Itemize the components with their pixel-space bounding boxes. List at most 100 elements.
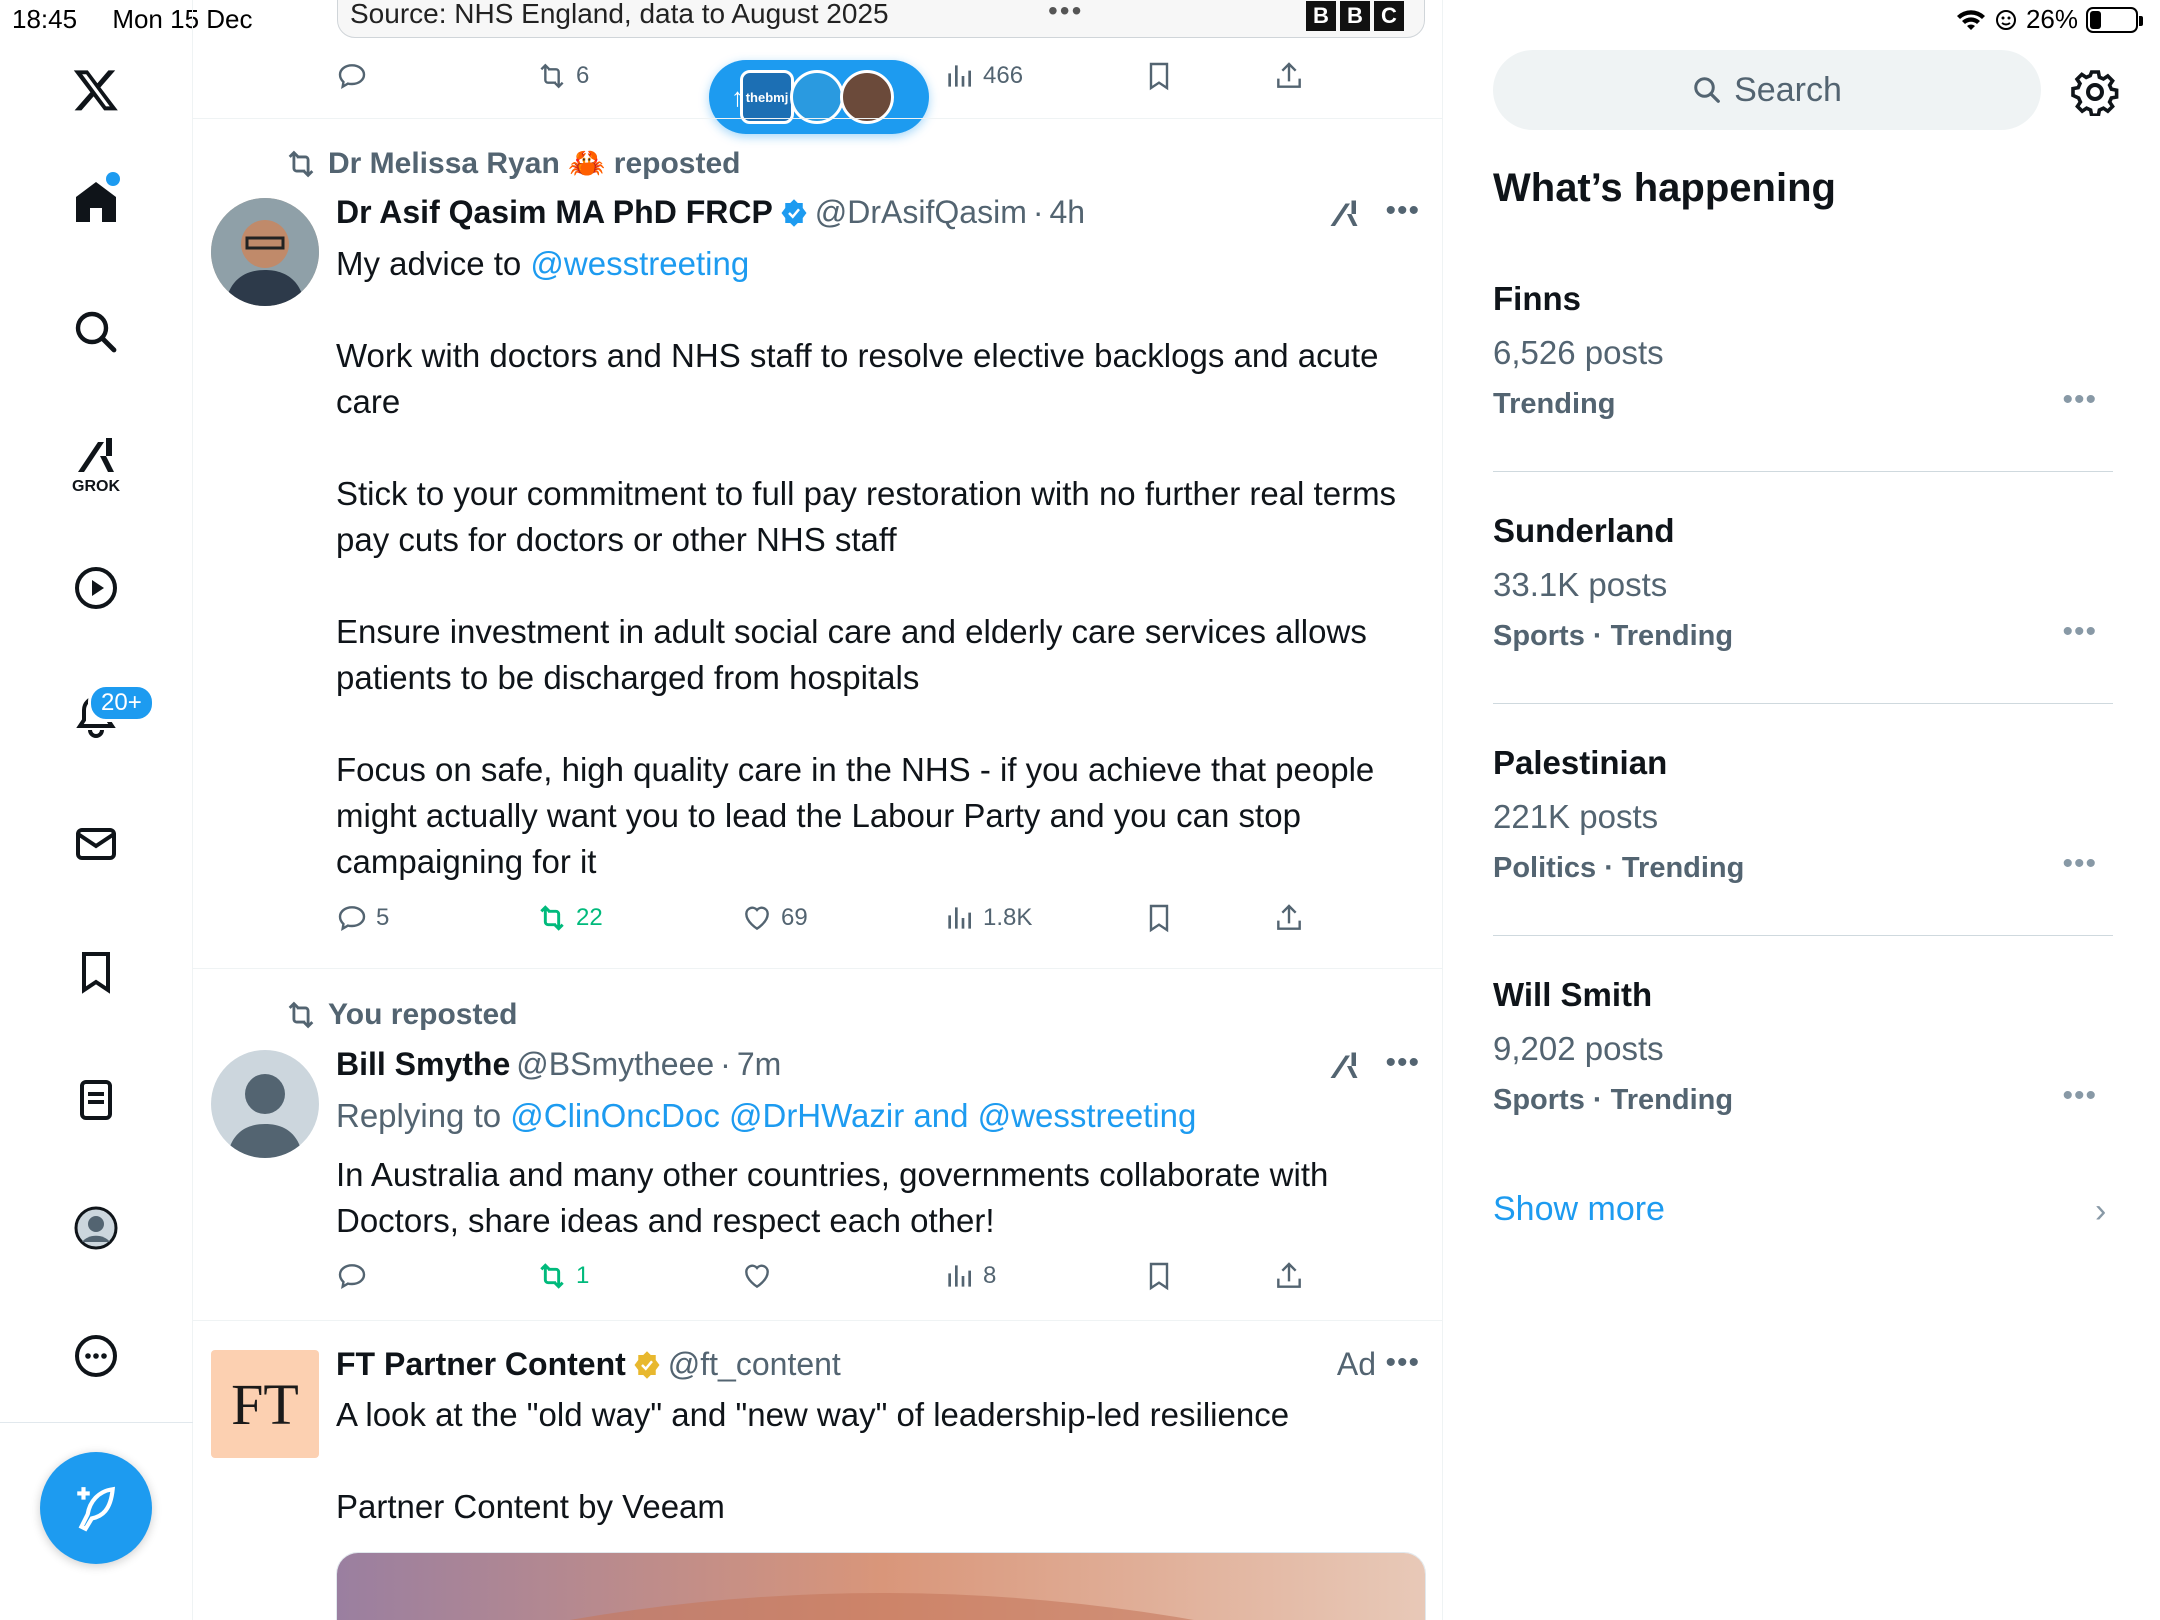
grok-explain-icon[interactable] bbox=[1326, 196, 1362, 232]
compose-feather-icon bbox=[77, 1486, 116, 1532]
like-button[interactable] bbox=[741, 1260, 773, 1292]
tweet-header: Bill Smythe @BSmytheee · 7m bbox=[336, 1046, 781, 1083]
bookmark-button[interactable] bbox=[1143, 60, 1175, 92]
retweet-button[interactable]: 6 bbox=[536, 60, 589, 92]
home-icon[interactable] bbox=[60, 166, 132, 238]
pill-avatar-thebmj: thebmj bbox=[740, 70, 794, 124]
views-button[interactable]: 1.8K bbox=[943, 902, 1032, 934]
share-button[interactable] bbox=[1273, 902, 1305, 934]
divider bbox=[193, 1320, 1443, 1321]
trend-more-button[interactable]: ••• bbox=[2062, 847, 2097, 881]
author-name[interactable]: Bill Smythe bbox=[336, 1046, 510, 1083]
repost-indicator: You reposted bbox=[288, 998, 517, 1032]
author-handle[interactable]: @ft_content bbox=[668, 1346, 841, 1383]
lists-icon[interactable] bbox=[60, 1064, 132, 1136]
views-button[interactable]: 8 bbox=[943, 1260, 996, 1292]
reply-button[interactable] bbox=[336, 1260, 368, 1292]
grok-explain-icon[interactable] bbox=[1326, 1048, 1362, 1084]
intro-text: My advice to bbox=[336, 245, 531, 282]
trend-item[interactable]: Will Smith 9,202 posts Sports · Trending… bbox=[1493, 976, 2113, 1117]
grok-label: GROK bbox=[72, 478, 120, 495]
tweet-paragraph: Focus on safe, high quality care in the … bbox=[336, 751, 1375, 880]
tweet-more-button[interactable]: ••• bbox=[1385, 1346, 1420, 1380]
search-icon[interactable] bbox=[60, 296, 132, 368]
trend-more-button[interactable]: ••• bbox=[2062, 615, 2097, 649]
pill-avatar-2 bbox=[790, 70, 844, 124]
tweet-text: My advice to @wesstreeting Work with doc… bbox=[336, 241, 1436, 885]
share-button[interactable] bbox=[1273, 1260, 1305, 1292]
avatar[interactable] bbox=[211, 198, 319, 306]
author-name[interactable]: Dr Asif Qasim MA PhD FRCP bbox=[336, 194, 773, 231]
views-count: 466 bbox=[983, 62, 1024, 89]
bookmark-button[interactable] bbox=[1143, 902, 1175, 934]
tweet-text: In Australia and many other countries, g… bbox=[336, 1156, 1329, 1239]
retweet-button[interactable]: 1 bbox=[536, 1260, 589, 1292]
bookmark-icon bbox=[1149, 904, 1169, 933]
divider bbox=[1493, 935, 2113, 936]
tweet-more-button[interactable]: ••• bbox=[1385, 194, 1420, 228]
views-count: 1.8K bbox=[983, 904, 1033, 931]
gold-verified-badge-icon bbox=[634, 1350, 660, 1379]
repost-by-text: Dr Melissa Ryan 🦀 reposted bbox=[328, 147, 741, 180]
reply-button[interactable]: 5 bbox=[336, 902, 389, 934]
messages-icon[interactable] bbox=[60, 808, 132, 880]
author-name[interactable]: FT Partner Content bbox=[336, 1346, 626, 1383]
more-options-icon[interactable] bbox=[60, 1320, 132, 1392]
author-handle[interactable]: @BSmytheee bbox=[516, 1046, 714, 1083]
tweet-paragraph: Ensure investment in adult social care a… bbox=[336, 613, 1367, 696]
trend-more-button[interactable]: ••• bbox=[2062, 1079, 2097, 1113]
search-input[interactable]: Search bbox=[1493, 50, 2041, 130]
tweet-paragraph: Stick to your commitment to full pay res… bbox=[336, 475, 1397, 558]
trend-item[interactable]: Finns 6,526 posts Trending ••• bbox=[1493, 280, 2113, 421]
x-logo-icon[interactable] bbox=[60, 54, 132, 126]
bookmark-button[interactable] bbox=[1143, 1260, 1175, 1292]
replying-prefix: Replying to bbox=[336, 1097, 511, 1134]
video-icon[interactable] bbox=[60, 552, 132, 624]
views-chart-icon bbox=[948, 907, 971, 929]
replying-mentions[interactable]: @ClinOncDoc @DrHWazir and @wesstreeting bbox=[510, 1097, 1196, 1134]
trend-item[interactable]: Palestinian 221K posts Politics · Trendi… bbox=[1493, 744, 2113, 885]
mention-link[interactable]: @wesstreeting bbox=[530, 245, 749, 282]
separator-dot: · bbox=[720, 1046, 731, 1082]
tweet-time[interactable]: 4h bbox=[1050, 194, 1086, 231]
bookmarks-icon[interactable] bbox=[60, 936, 132, 1008]
share-icon bbox=[1277, 62, 1301, 88]
bbc-logo: B B C bbox=[1306, 1, 1404, 31]
trend-post-count: 9,202 posts bbox=[1493, 1030, 1664, 1067]
avatar-default[interactable] bbox=[211, 1050, 319, 1158]
retweet-count: 1 bbox=[576, 1262, 590, 1289]
divider bbox=[193, 968, 1443, 969]
show-more-link[interactable]: Show more bbox=[1493, 1190, 1665, 1229]
tweet-time[interactable]: 7m bbox=[737, 1046, 781, 1083]
bbc-letter: C bbox=[1374, 1, 1404, 31]
share-button[interactable] bbox=[1273, 60, 1305, 92]
reply-icon bbox=[338, 906, 366, 931]
like-button[interactable]: 69 bbox=[741, 902, 808, 934]
retweet-button[interactable]: 22 bbox=[536, 902, 603, 934]
gear-icon[interactable] bbox=[2071, 68, 2119, 116]
trend-item[interactable]: Sunderland 33.1K posts Sports · Trending… bbox=[1493, 512, 2113, 653]
right-sidebar: Search What’s happening Finns 6,526 post… bbox=[1443, 0, 2160, 1620]
left-navigation: GROK 20+ bbox=[0, 0, 193, 1620]
bookmark-icon bbox=[1149, 1262, 1169, 1291]
ad-headline: A look at the "old way" and "new way" of… bbox=[336, 1396, 1290, 1433]
nav-divider bbox=[0, 1422, 193, 1423]
reply-count: 5 bbox=[376, 904, 390, 931]
trend-more-button[interactable]: ••• bbox=[2062, 383, 2097, 417]
ft-logo[interactable]: FT bbox=[211, 1350, 319, 1458]
heart-icon bbox=[745, 1264, 769, 1289]
author-handle[interactable]: @DrAsifQasim bbox=[815, 194, 1027, 231]
chevron-right-icon: › bbox=[2095, 1192, 2107, 1230]
new-posts-pill[interactable]: ↑ thebmj bbox=[709, 60, 929, 134]
trend-topic: Finns bbox=[1493, 280, 1581, 317]
media-more-dots: ••• bbox=[1048, 0, 1084, 26]
compose-post-button[interactable] bbox=[40, 1452, 152, 1564]
views-button[interactable]: 466 bbox=[943, 60, 1023, 92]
whats-happening-heading: What’s happening bbox=[1493, 166, 1836, 210]
ad-media-image[interactable] bbox=[336, 1552, 1426, 1620]
profile-avatar-icon[interactable] bbox=[60, 1192, 132, 1264]
reply-button[interactable] bbox=[336, 60, 368, 92]
source-caption: Source: NHS England, data to August 2025 bbox=[350, 0, 889, 29]
tweet-more-button[interactable]: ••• bbox=[1385, 1046, 1420, 1080]
trend-topic: Sunderland bbox=[1493, 512, 1675, 549]
